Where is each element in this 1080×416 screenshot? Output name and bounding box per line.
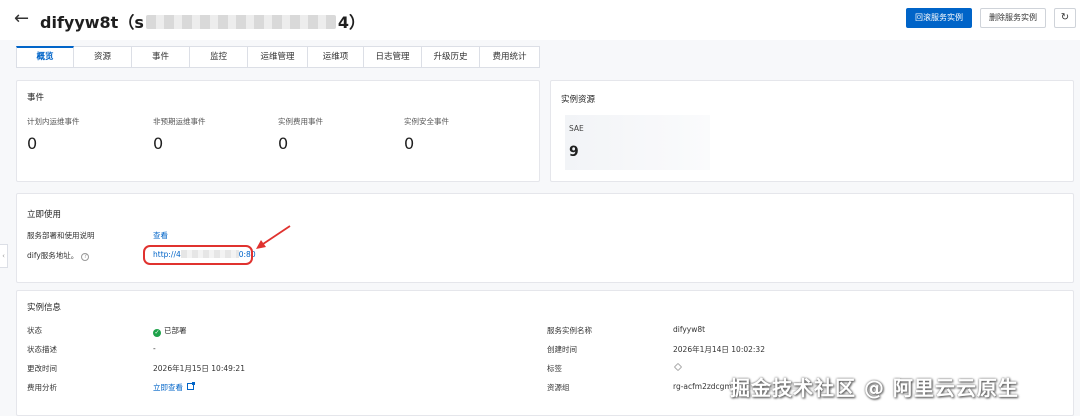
title-suffix: 4）	[337, 13, 365, 32]
tab-resources[interactable]: 资源	[74, 46, 132, 68]
instance-resources-card: 实例资源 SAE 9	[550, 80, 1074, 182]
dify-address-label-row: dify服务地址。?	[27, 250, 90, 261]
cost-analysis-text: 立即查看	[153, 383, 183, 392]
back-arrow-icon[interactable]: ←	[14, 8, 29, 29]
watermark-text: 掘金技术社区 @ 阿里云云原生	[730, 376, 1019, 400]
instance-name-label: 服务实例名称	[547, 326, 592, 335]
chevron-left-icon: ‹	[2, 252, 5, 260]
instance-cost-events-value: 0	[278, 134, 289, 153]
sae-label: SAE	[569, 124, 584, 133]
events-title: 事件	[27, 93, 45, 103]
sidebar-collapse-handle[interactable]: ‹	[0, 244, 8, 268]
external-link-icon	[187, 382, 195, 390]
cost-analysis-link[interactable]: 立即查看	[153, 382, 195, 393]
page-header: ← difyyw8t（s 4） 回滚服务实例 删除服务实例 ↻	[0, 0, 1080, 40]
resource-group-text: rg-acfm2zdcgm	[673, 382, 732, 391]
unexpected-ops-events-value: 0	[153, 134, 164, 153]
modified-time-label: 更改时间	[27, 364, 57, 373]
deploy-guide-link[interactable]: 查看	[153, 230, 168, 241]
instance-info-title: 实例信息	[27, 303, 62, 313]
title-prefix: difyyw8t（s	[40, 13, 144, 32]
tab-upgrade-history[interactable]: 升级历史	[422, 46, 480, 68]
sae-resource-tile[interactable]: SAE 9	[565, 115, 710, 170]
tab-ops-items[interactable]: 运维项	[308, 46, 364, 68]
tags-value[interactable]	[673, 362, 683, 372]
sae-count: 9	[569, 144, 579, 160]
page-title: difyyw8t（s 4）	[40, 9, 365, 33]
instance-resources-title: 实例资源	[561, 95, 596, 105]
tags-label: 标签	[547, 364, 562, 373]
delete-instance-button[interactable]: 删除服务实例	[980, 8, 1046, 28]
usage-card: 立即使用 服务部署和使用说明 查看 dify服务地址。? http://4 0:8…	[16, 193, 1074, 283]
status-desc-label: 状态描述	[27, 345, 57, 354]
events-card: 事件 计划内运维事件 0 非预期运维事件 0 实例费用事件 0 实例安全事件 0	[16, 80, 540, 182]
instance-security-events-value: 0	[404, 134, 415, 153]
instance-cost-events-label: 实例费用事件	[278, 117, 323, 126]
usage-title: 立即使用	[27, 210, 62, 220]
annotation-arrow-icon	[256, 225, 291, 249]
planned-ops-events-value: 0	[27, 134, 38, 153]
dify-address-label: dify服务地址。	[27, 251, 79, 260]
status-label: 状态	[27, 326, 42, 335]
modified-time-value: 2026年1月15日 10:49:21	[153, 364, 245, 373]
status-text: 已部署	[164, 326, 187, 335]
tag-icon	[673, 362, 683, 372]
check-circle-icon: ✓	[153, 329, 161, 337]
tab-log-management[interactable]: 日志管理	[364, 46, 422, 68]
cost-analysis-label: 费用分析	[27, 383, 57, 392]
instance-security-events-label: 实例安全事件	[404, 117, 449, 126]
help-icon[interactable]: ?	[81, 253, 90, 261]
planned-ops-events-label: 计划内运维事件	[27, 117, 80, 126]
tab-events[interactable]: 事件	[132, 46, 190, 68]
tab-cost-statistics[interactable]: 费用统计	[480, 46, 540, 68]
unexpected-ops-events-label: 非预期运维事件	[153, 117, 206, 126]
refresh-button[interactable]: ↻	[1054, 8, 1076, 28]
tab-ops-management[interactable]: 运维管理	[248, 46, 308, 68]
status-value: ✓ 已部署	[153, 325, 187, 337]
tab-monitoring[interactable]: 监控	[190, 46, 248, 68]
created-time-value: 2026年1月14日 10:02:32	[673, 345, 765, 354]
status-desc-value: -	[153, 344, 156, 353]
created-time-label: 创建时间	[547, 345, 577, 354]
address-highlight-box	[143, 245, 253, 265]
rollback-instance-button[interactable]: 回滚服务实例	[906, 8, 972, 28]
tab-bar: 概览 资源 事件 监控 运维管理 运维项 日志管理 升级历史 费用统计	[16, 46, 540, 68]
refresh-icon: ↻	[1060, 12, 1070, 23]
instance-name-value: difyyw8t	[673, 325, 706, 334]
deploy-guide-label: 服务部署和使用说明	[27, 231, 95, 240]
tab-overview[interactable]: 概览	[16, 46, 74, 68]
title-redacted-block	[145, 15, 336, 29]
resource-group-label: 资源组	[547, 383, 570, 392]
